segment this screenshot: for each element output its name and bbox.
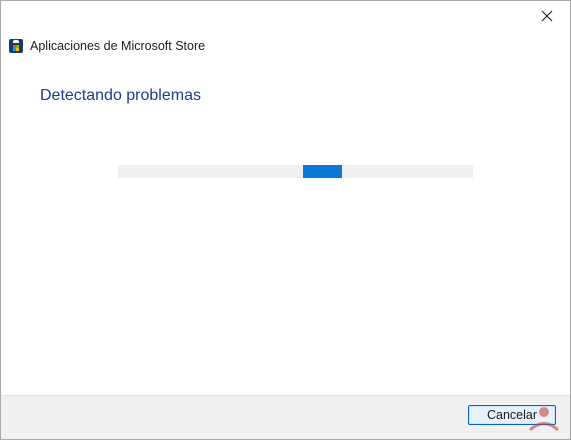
troubleshooter-window: Aplicaciones de Microsoft Store Detectan…	[0, 0, 571, 440]
progress-bar	[118, 165, 473, 178]
watermark-logo-icon	[528, 407, 560, 432]
title-bar	[1, 1, 570, 33]
close-button[interactable]	[524, 1, 570, 31]
close-icon	[541, 10, 553, 22]
page-heading: Detectando problemas	[40, 87, 201, 104]
dialog-footer: Cancelar	[1, 395, 570, 439]
app-title: Aplicaciones de Microsoft Store	[30, 39, 206, 53]
microsoft-store-icon	[9, 39, 23, 53]
progress-chunk	[303, 165, 342, 178]
